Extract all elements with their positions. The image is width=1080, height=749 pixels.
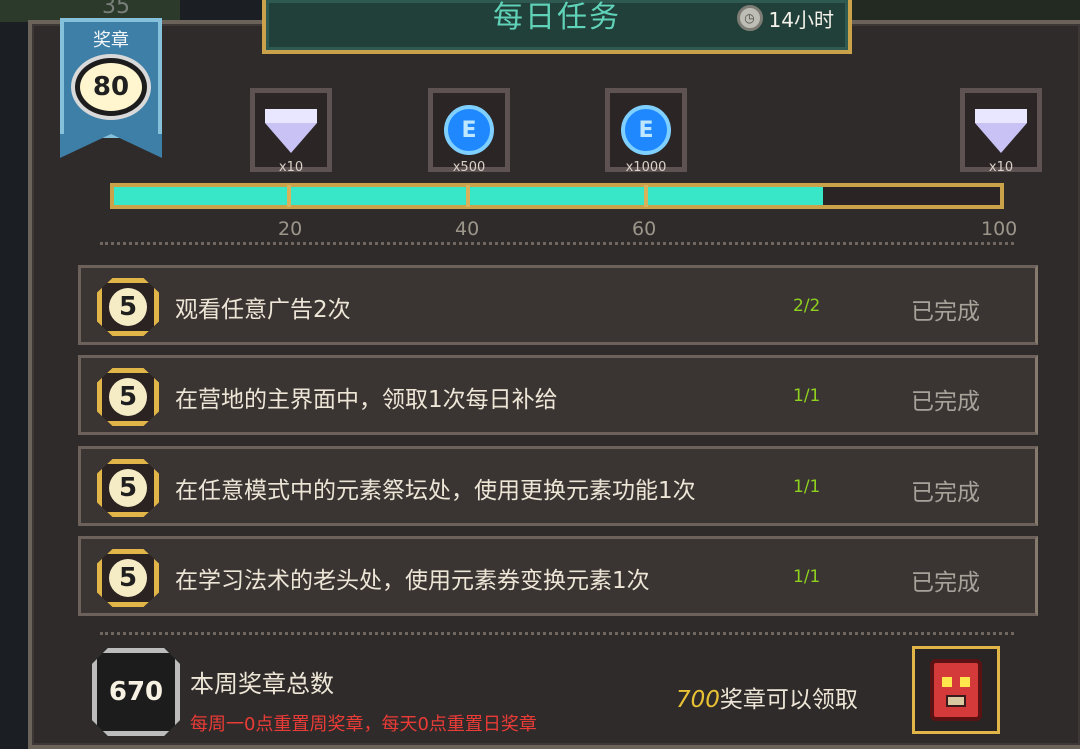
gem-icon xyxy=(975,109,1027,153)
weekly-reward-chest[interactable] xyxy=(912,646,1000,734)
task-points: 5 xyxy=(109,378,147,416)
milestone-label: 40 xyxy=(455,218,480,240)
reward-slot-40[interactable]: E x500 xyxy=(428,88,510,175)
task-row[interactable]: 5 在任意模式中的元素祭坛处，使用更换元素功能1次 1/1 已完成 xyxy=(78,446,1038,526)
timer-text: 14小时 xyxy=(768,7,834,32)
milestone-label: 100 xyxy=(981,218,1018,240)
reward-qty: x10 xyxy=(278,160,304,175)
reward-qty: x10 xyxy=(988,160,1014,175)
reward-slot-60[interactable]: E x1000 xyxy=(605,88,687,175)
reset-timer: ◷ 14小时 xyxy=(736,4,834,32)
progress-tick xyxy=(287,185,291,207)
task-status: 已完成 xyxy=(911,299,980,325)
red-monster-chest-icon xyxy=(930,659,982,721)
task-status: 已完成 xyxy=(911,389,980,415)
progress-axis xyxy=(100,242,1014,246)
task-points: 5 xyxy=(109,469,147,507)
task-points-badge: 5 xyxy=(97,459,159,517)
weekly-medal-badge: 670 xyxy=(92,648,180,736)
progress-tick xyxy=(644,185,648,207)
task-progress-count: 1/1 xyxy=(793,477,821,497)
reward-qty: x500 xyxy=(452,160,486,175)
section-divider xyxy=(100,632,1014,635)
task-points: 5 xyxy=(109,288,147,326)
task-status: 已完成 xyxy=(911,480,980,506)
daily-medal-ribbon: 奖章 80 xyxy=(60,18,162,158)
progress-tick xyxy=(466,185,470,207)
task-row[interactable]: 5 在学习法术的老头处，使用元素券变换元素1次 1/1 已完成 xyxy=(78,536,1038,616)
weekly-medal-total: 670 xyxy=(108,677,164,707)
task-description: 在任意模式中的元素祭坛处，使用更换元素功能1次 xyxy=(175,478,696,504)
task-description: 观看任意广告2次 xyxy=(175,297,351,323)
task-progress-count: 1/1 xyxy=(793,386,821,406)
milestone-label: 60 xyxy=(632,218,657,240)
task-description: 在营地的主界面中，领取1次每日补给 xyxy=(175,387,558,413)
gem-icon xyxy=(265,109,317,153)
energy-coin-icon: E xyxy=(621,105,671,155)
daily-medal-count: 80 xyxy=(75,58,147,116)
task-points-badge: 5 xyxy=(97,368,159,426)
task-row[interactable]: 5 观看任意广告2次 2/2 已完成 xyxy=(78,265,1038,345)
task-status: 已完成 xyxy=(911,570,980,596)
task-points-badge: 5 xyxy=(97,549,159,607)
reset-note: 每周一0点重置周奖章，每天0点重置日奖章 xyxy=(190,714,537,735)
reward-qty: x1000 xyxy=(625,160,667,175)
background-counter: 35 xyxy=(102,0,130,19)
energy-coin-icon: E xyxy=(444,105,494,155)
reward-slot-20[interactable]: x10 xyxy=(250,88,332,175)
task-progress-count: 2/2 xyxy=(793,296,821,316)
background-hud-right xyxy=(840,0,1080,22)
milestone-label: 20 xyxy=(278,218,303,240)
task-points: 5 xyxy=(109,559,147,597)
reward-slot-100[interactable]: x10 xyxy=(960,88,1042,175)
task-row[interactable]: 5 在营地的主界面中，领取1次每日补给 1/1 已完成 xyxy=(78,355,1038,435)
task-progress-count: 1/1 xyxy=(793,567,821,587)
task-description: 在学习法术的老头处，使用元素券变换元素1次 xyxy=(175,568,650,594)
clock-icon: ◷ xyxy=(736,5,763,31)
claim-threshold: 700 xyxy=(676,687,720,713)
ribbon-label: 奖章 xyxy=(93,30,129,51)
weekly-medal-label: 本周奖章总数 xyxy=(190,670,334,698)
medal-progress-bar xyxy=(110,183,1004,209)
claim-hint-label: 奖章可以领取 xyxy=(719,687,858,713)
title-banner: 每日任务 ◷ 14小时 xyxy=(262,0,852,54)
claim-hint: 700奖章可以领取 xyxy=(676,680,858,714)
task-points-badge: 5 xyxy=(97,278,159,336)
